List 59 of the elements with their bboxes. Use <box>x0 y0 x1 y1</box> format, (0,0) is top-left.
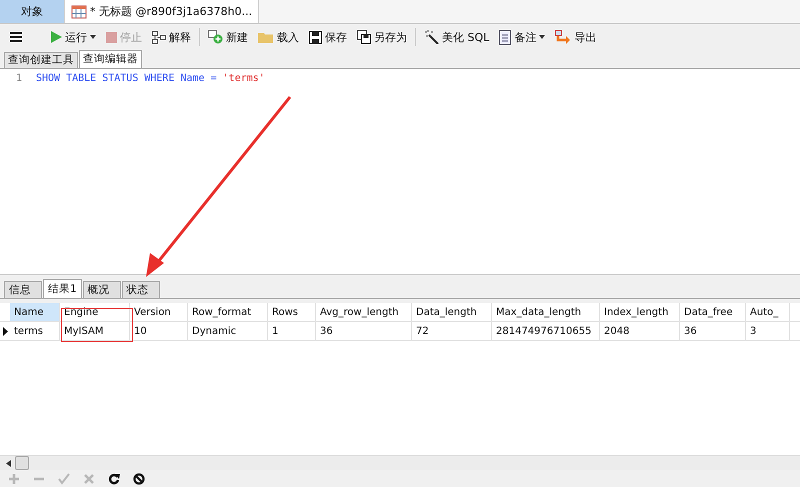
editor-tab[interactable]: 查询创建工具 <box>4 52 78 68</box>
magic-wand-icon <box>424 30 439 44</box>
stop-icon <box>106 32 117 43</box>
table-cell: 36 <box>680 322 746 340</box>
editor-tab[interactable]: 查询编辑器 <box>79 50 142 68</box>
play-icon <box>50 31 62 44</box>
column-header[interactable]: Data_free <box>680 303 746 321</box>
document-icon <box>499 30 512 45</box>
refresh-icon[interactable] <box>108 472 120 485</box>
save-icon <box>309 30 322 44</box>
column-header[interactable]: Data_length <box>412 303 492 321</box>
sql-editor[interactable]: 1 SHOW TABLE STATUS WHERE Name = 'terms' <box>0 68 800 276</box>
result-tab[interactable]: 信息 <box>4 281 42 298</box>
code-line: SHOW TABLE STATUS WHERE Name = 'terms' <box>36 73 265 84</box>
menu-icon <box>10 32 22 42</box>
save-button[interactable]: 保存 <box>307 30 349 45</box>
result-tab[interactable]: 结果1 <box>43 279 82 298</box>
table-cell: 10 <box>130 322 188 340</box>
save-as-icon <box>357 30 371 44</box>
result-tab[interactable]: 状态 <box>122 281 160 298</box>
table-cell: 3 <box>746 322 790 340</box>
note-button[interactable]: 备注 <box>497 30 548 45</box>
highlight-box <box>61 308 133 342</box>
beautify-button[interactable]: 美化 SQL <box>422 30 492 45</box>
table-cell: 281474976710655 <box>492 322 600 340</box>
table-cell: 72 <box>412 322 492 340</box>
new-button[interactable]: 新建 <box>206 30 250 45</box>
table-icon <box>71 4 87 19</box>
column-header[interactable]: Max_data_length <box>492 303 600 321</box>
export-icon <box>555 30 572 44</box>
column-header[interactable]: Name <box>10 303 60 321</box>
table-cell: terms <box>10 322 60 340</box>
table-cell: MyISAM <box>60 322 130 340</box>
column-header[interactable]: Index_length <box>600 303 680 321</box>
column-header[interactable]: Row_format <box>188 303 268 321</box>
load-button[interactable]: 载入 <box>256 30 301 45</box>
new-query-icon <box>208 30 223 44</box>
scroll-left-icon[interactable] <box>6 460 11 467</box>
export-button[interactable]: 导出 <box>553 30 598 45</box>
document-tab[interactable]: * 无标题 @r890f3j1a6378h0... <box>65 0 260 24</box>
column-header[interactable]: Auto_ <box>746 303 790 321</box>
column-header[interactable]: Version <box>130 303 188 321</box>
column-header[interactable]: Avg_row_length <box>316 303 412 321</box>
run-button[interactable]: 运行 <box>48 30 98 45</box>
table-cell: Dynamic <box>188 322 268 340</box>
diagram-icon <box>152 30 166 44</box>
saveas-button[interactable]: 另存为 <box>355 30 409 45</box>
line-number: 1 <box>14 73 23 84</box>
column-header[interactable]: Engine <box>60 303 130 321</box>
document-tab[interactable]: 对象 <box>0 0 65 24</box>
result-tab[interactable]: 概况 <box>82 281 121 298</box>
explain-button[interactable]: 解释 <box>150 30 193 45</box>
table-cell: 36 <box>316 322 412 340</box>
table-cell: 1 <box>268 322 316 340</box>
folder-icon <box>258 31 274 44</box>
column-header[interactable]: Rows <box>268 303 316 321</box>
stop-icon[interactable] <box>133 472 145 485</box>
scrollbar-thumb[interactable] <box>15 456 29 470</box>
table-cell: 2048 <box>600 322 680 340</box>
